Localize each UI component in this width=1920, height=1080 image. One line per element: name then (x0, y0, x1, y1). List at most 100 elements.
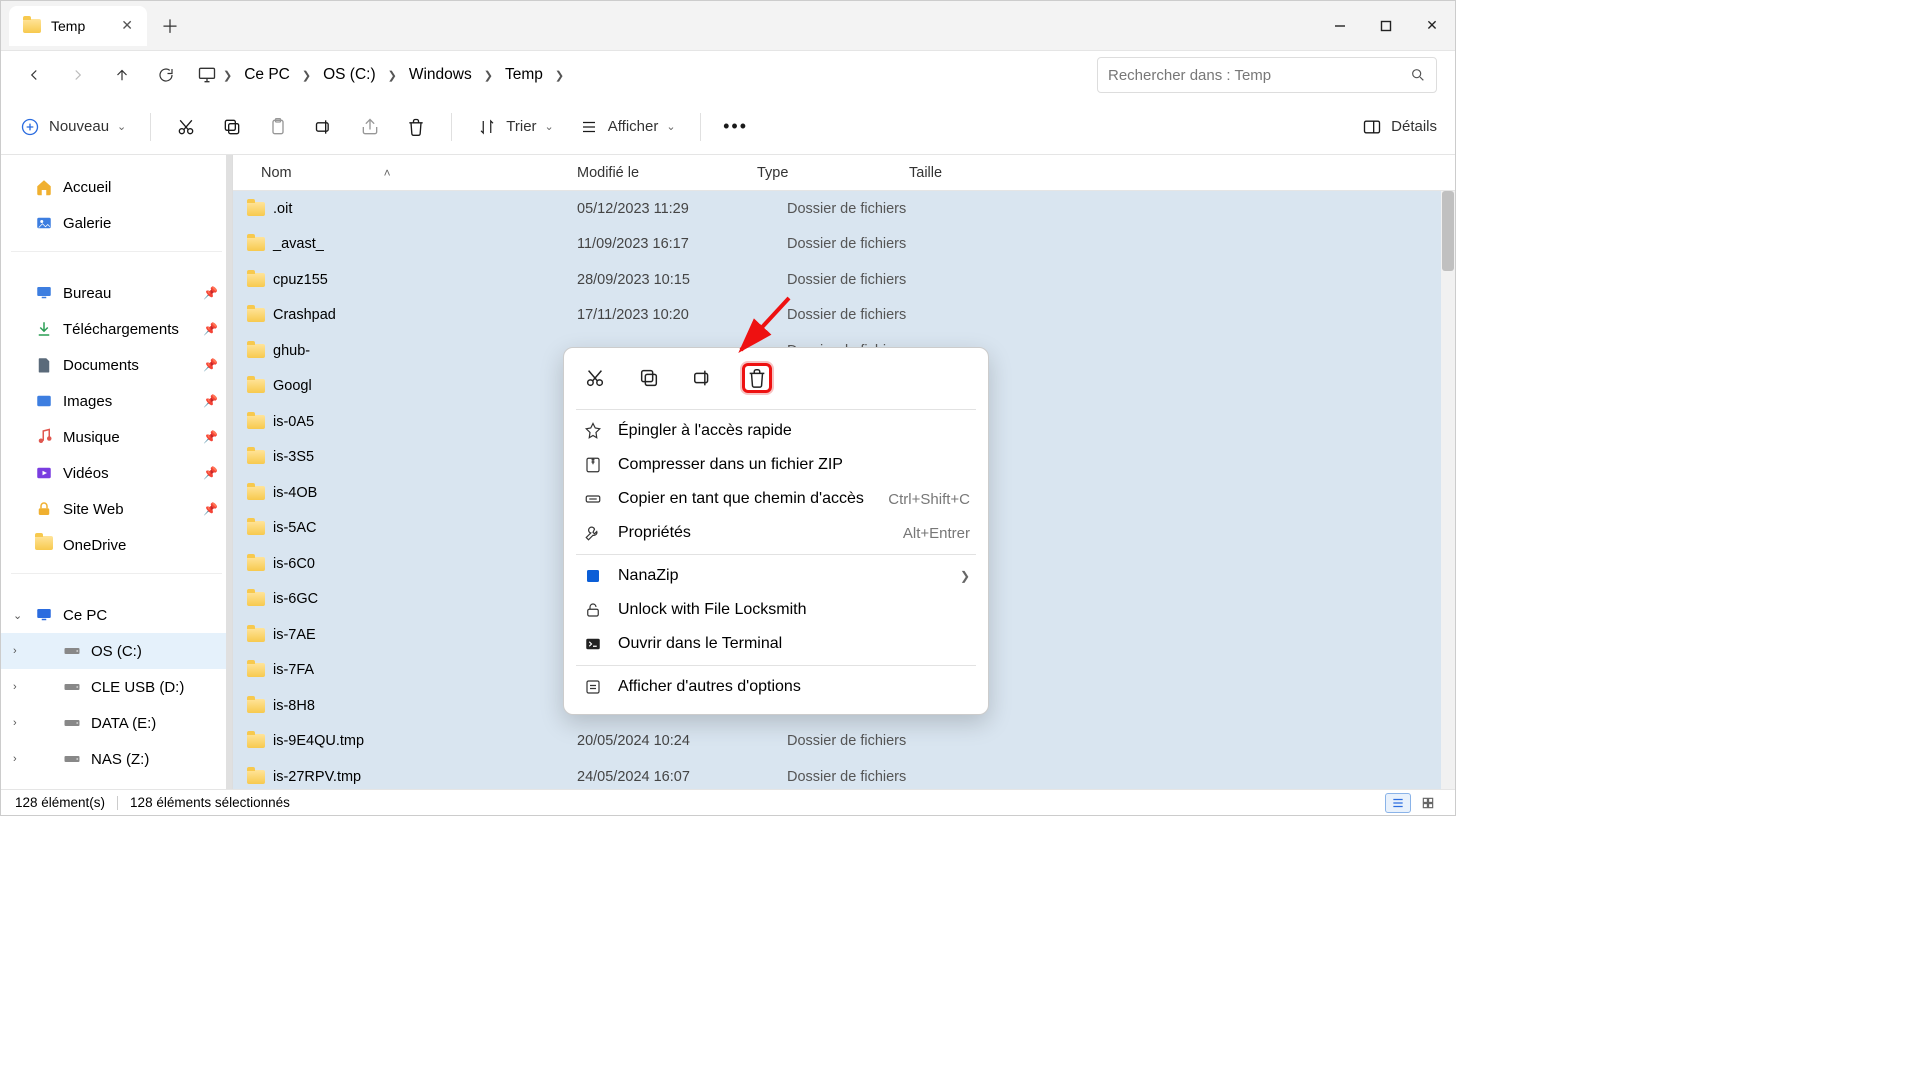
chevron-down-icon[interactable]: ⌄ (13, 609, 22, 622)
ctx-unlock[interactable]: Unlock with File Locksmith (570, 593, 982, 627)
chevron-right-icon[interactable]: › (13, 645, 17, 657)
table-row[interactable]: .oit 05/12/2023 11:29 Dossier de fichier… (233, 191, 1455, 227)
file-name: is-8H8 (273, 698, 315, 714)
ctx-nanazip[interactable]: NanaZip ❯ (570, 559, 982, 593)
ctx-zip[interactable]: Compresser dans un fichier ZIP (570, 448, 982, 482)
breadcrumb[interactable]: ❯ Ce PC ❯ OS (C:) ❯ Windows ❯ Temp ❯ (197, 62, 1091, 88)
grid-view-icon[interactable] (1415, 793, 1441, 813)
sidebar-item-site web[interactable]: Site Web📌 (1, 491, 232, 527)
chevron-right-icon[interactable]: ❯ (302, 69, 311, 82)
folder-icon (247, 557, 265, 571)
col-name[interactable]: Nom ˄ (233, 165, 571, 181)
table-row[interactable]: is-9E4QU.tmp 20/05/2024 10:24 Dossier de… (233, 724, 1455, 760)
sidebar-item-cepc[interactable]: ⌄ Ce PC (1, 597, 232, 633)
list-view-icon[interactable] (1385, 793, 1411, 813)
ctx-terminal[interactable]: Ouvrir dans le Terminal (570, 627, 982, 661)
ctx-label: Épingler à l'accès rapide (618, 422, 792, 440)
sidebar-item-musique[interactable]: Musique📌 (1, 419, 232, 455)
copy-icon[interactable] (221, 116, 243, 138)
close-window-button[interactable]: ✕ (1409, 6, 1455, 46)
sidebar-item-galerie[interactable]: Galerie (1, 205, 232, 241)
close-tab-icon[interactable]: ✕ (121, 17, 133, 34)
file-name: is-9E4QU.tmp (273, 733, 364, 749)
chevron-right-icon[interactable]: › (13, 717, 17, 729)
crumb-temp[interactable]: Temp (499, 62, 549, 88)
scrollbar[interactable] (1441, 191, 1455, 789)
details-toggle[interactable]: Détails (1361, 116, 1437, 138)
nanazip-icon (582, 567, 604, 585)
ctx-pin[interactable]: Épingler à l'accès rapide (570, 414, 982, 448)
copy-icon[interactable] (634, 363, 664, 393)
ctx-label: Afficher d'autres d'options (618, 678, 801, 696)
divider (576, 665, 976, 666)
terminal-icon (582, 635, 604, 653)
sidebar-item-images[interactable]: Images📌 (1, 383, 232, 419)
crumb-cepc[interactable]: Ce PC (238, 62, 296, 88)
table-row[interactable]: Crashpad 17/11/2023 10:20 Dossier de fic… (233, 298, 1455, 334)
scrollbar-thumb[interactable] (1442, 191, 1454, 271)
chevron-right-icon[interactable]: ❯ (484, 69, 493, 82)
file-name: Crashpad (273, 307, 336, 323)
cut-icon[interactable] (175, 116, 197, 138)
table-row[interactable]: cpuz155 28/09/2023 10:15 Dossier de fich… (233, 262, 1455, 298)
file-type: Dossier de fichiers (787, 733, 906, 749)
delete-icon[interactable] (405, 116, 427, 138)
status-selected: 128 éléments sélectionnés (130, 795, 290, 810)
col-type[interactable]: Type (751, 165, 903, 181)
sidebar-item-drive[interactable]: ›CLE USB (D:) (1, 669, 232, 705)
body: AccueilGalerie Bureau📌Téléchargements📌Do… (1, 155, 1455, 789)
sidebar-item-drive[interactable]: ›DATA (E:) (1, 705, 232, 741)
view-button[interactable]: Afficher ⌄ (578, 116, 676, 138)
search-input[interactable]: Rechercher dans : Temp (1097, 57, 1437, 93)
crumb-os[interactable]: OS (C:) (317, 62, 382, 88)
chevron-right-icon[interactable]: › (13, 753, 17, 765)
forward-button[interactable] (59, 56, 97, 94)
sort-button[interactable]: Trier ⌄ (476, 116, 554, 138)
ctx-label: Unlock with File Locksmith (618, 601, 807, 619)
sidebar-item-téléchargements[interactable]: Téléchargements📌 (1, 311, 232, 347)
drive-icon (63, 716, 81, 730)
minimize-button[interactable] (1317, 6, 1363, 46)
new-button[interactable]: Nouveau ⌄ (19, 116, 126, 138)
col-modified[interactable]: Modifié le (571, 165, 751, 181)
rename-icon[interactable] (688, 363, 718, 393)
chevron-right-icon[interactable]: ❯ (223, 69, 232, 82)
maximize-button[interactable] (1363, 6, 1409, 46)
toolbar: Nouveau ⌄ Trier ⌄ (1, 99, 1455, 155)
ctx-props[interactable]: Propriétés Alt+Entrer (570, 516, 982, 550)
cut-icon[interactable] (580, 363, 610, 393)
paste-icon[interactable] (267, 116, 289, 138)
sidebar-label: OneDrive (63, 537, 126, 554)
sidebar-item-onedrive[interactable]: OneDrive (1, 527, 232, 563)
chevron-right-icon[interactable]: › (13, 681, 17, 693)
table-row[interactable]: is-27RPV.tmp 24/05/2024 16:07 Dossier de… (233, 759, 1455, 789)
table-row[interactable]: _avast_ 11/09/2023 16:17 Dossier de fich… (233, 227, 1455, 263)
sidebar-item-accueil[interactable]: Accueil (1, 169, 232, 205)
sidebar-item-bureau[interactable]: Bureau📌 (1, 275, 232, 311)
new-tab-button[interactable]: ＋ (161, 13, 179, 39)
col-size[interactable]: Taille (903, 165, 1003, 181)
divider (150, 113, 151, 141)
sidebar-item-vidéos[interactable]: Vidéos📌 (1, 455, 232, 491)
sidebar-item-drive[interactable]: ›NAS (Z:) (1, 741, 232, 777)
refresh-button[interactable] (147, 56, 185, 94)
crumb-windows[interactable]: Windows (403, 62, 478, 88)
folder-icon (247, 308, 265, 322)
ctx-more[interactable]: Afficher d'autres d'options (570, 670, 982, 704)
sidebar-item-documents[interactable]: Documents📌 (1, 347, 232, 383)
rename-icon[interactable] (313, 116, 335, 138)
sidebar-item-drive[interactable]: ›OS (C:) (1, 633, 232, 669)
share-icon[interactable] (359, 116, 381, 138)
back-button[interactable] (15, 56, 53, 94)
chevron-right-icon[interactable]: ❯ (388, 69, 397, 82)
file-name: is-3S5 (273, 449, 314, 465)
ctx-copypath[interactable]: Copier en tant que chemin d'accès Ctrl+S… (570, 482, 982, 516)
more-icon[interactable]: ••• (725, 116, 747, 138)
folder-icon (23, 19, 41, 33)
context-menu: Épingler à l'accès rapide Compresser dan… (563, 347, 989, 715)
delete-icon[interactable] (742, 363, 772, 393)
chevron-right-icon[interactable]: ❯ (555, 69, 564, 82)
up-button[interactable] (103, 56, 141, 94)
tab-temp[interactable]: Temp ✕ (9, 6, 147, 46)
folder-icon (247, 379, 265, 393)
